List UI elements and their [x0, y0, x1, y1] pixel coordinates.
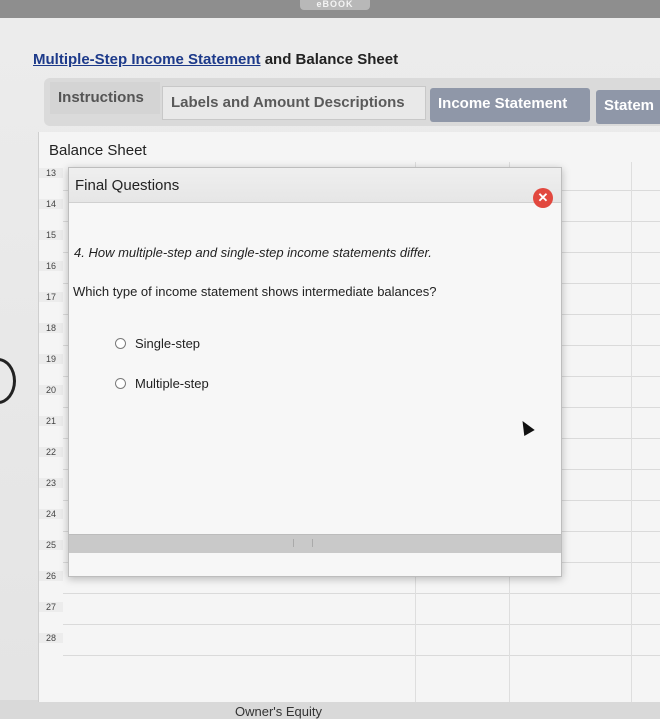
question-prompt: Which type of income statement shows int… [73, 284, 437, 299]
row-number: 21 [39, 416, 63, 426]
row-number: 26 [39, 571, 63, 581]
row-number: 16 [39, 261, 63, 271]
option-multiple-step[interactable]: Multiple-step [115, 376, 209, 391]
row-divider [63, 655, 660, 656]
column-divider [631, 162, 632, 702]
question-text: 4. How multiple-step and single-step inc… [74, 245, 432, 260]
sheet-title: Balance Sheet [49, 142, 147, 159]
tab-labels-and-amount-descriptions[interactable]: Labels and Amount Descriptions [162, 86, 426, 120]
row-number: 19 [39, 354, 63, 364]
row-number: 14 [39, 199, 63, 209]
dialog-resize-bar[interactable] [69, 534, 561, 553]
radio-button[interactable] [115, 378, 126, 389]
row-number: 22 [39, 447, 63, 457]
row-number: 15 [39, 230, 63, 240]
row-number: 27 [39, 602, 63, 612]
option-label: Multiple-step [135, 376, 209, 391]
row-divider [63, 593, 660, 594]
radio-button[interactable] [115, 338, 126, 349]
page-title: Multiple-Step Income Statement and Balan… [33, 51, 398, 68]
ebook-tab[interactable]: eBOOK [300, 0, 370, 10]
owners-equity-label: Owner's Equity [235, 704, 323, 719]
option-label: Single-step [135, 336, 201, 351]
row-number: 18 [39, 323, 63, 333]
resize-grip-icon[interactable] [293, 539, 313, 547]
close-icon[interactable]: ✕ [533, 188, 553, 208]
row-number: 28 [39, 633, 63, 643]
row-divider [63, 624, 660, 625]
row-number: 25 [39, 540, 63, 550]
row-number: 24 [39, 509, 63, 519]
tab-instructions[interactable]: Instructions [50, 82, 160, 114]
title-rest: and Balance Sheet [260, 51, 399, 68]
browser-top-bar: eBOOK [0, 0, 660, 18]
tab-statement-truncated[interactable]: Statem [596, 90, 660, 124]
row-number: 23 [39, 478, 63, 488]
dialog-header: Final Questions [69, 168, 561, 203]
title-link[interactable]: Multiple-Step Income Statement [33, 51, 261, 68]
row-number: 13 [39, 168, 63, 178]
tab-income-statement[interactable]: Income Statement [430, 88, 590, 122]
side-circle-button[interactable] [0, 358, 16, 404]
row-number: 17 [39, 292, 63, 302]
row-number: 20 [39, 385, 63, 395]
assignment-page: Multiple-Step Income Statement and Balan… [0, 18, 660, 719]
final-questions-dialog: Final Questions ✕ 4. How multiple-step a… [68, 167, 562, 577]
option-single-step[interactable]: Single-step [115, 336, 200, 351]
dialog-title: Final Questions [75, 177, 180, 194]
tab-bar: Instructions Labels and Amount Descripti… [44, 78, 660, 126]
